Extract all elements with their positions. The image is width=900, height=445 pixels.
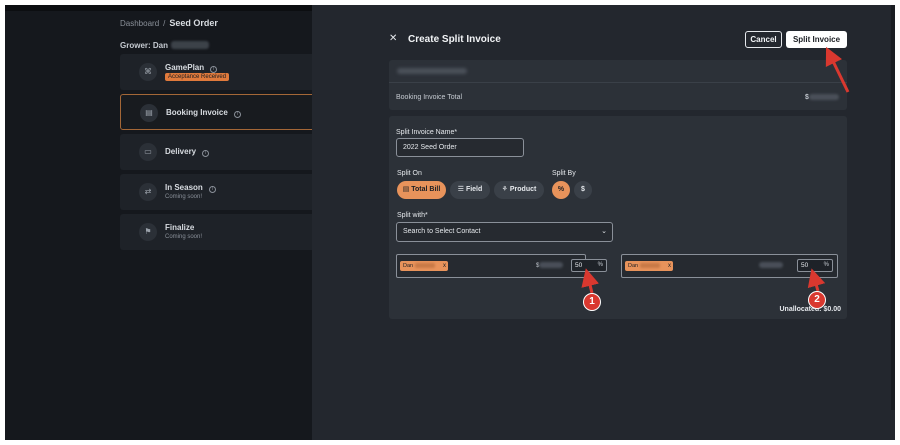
split-by-dollar[interactable]: $ — [574, 181, 592, 199]
remove-contact-icon[interactable]: x — [443, 261, 446, 271]
panel-title: Create Split Invoice — [408, 34, 501, 45]
cycle-icon: ⇄ — [139, 183, 157, 201]
split-amount: $ — [536, 262, 564, 269]
truck-icon: ▭ — [139, 143, 157, 161]
percent-input[interactable]: 50 % — [797, 259, 833, 272]
step-delivery[interactable]: ▭ Delivery i — [120, 134, 316, 170]
percent-unit: % — [597, 262, 603, 268]
redacted-amount — [539, 262, 564, 268]
annotation-marker-1: 1 — [583, 293, 601, 311]
split-on-label: Split On — [397, 170, 422, 177]
split-on-total-bill[interactable]: ▤ Total Bill — [397, 181, 446, 199]
step-booking-invoice[interactable]: ▤ Booking Invoice i — [120, 94, 316, 130]
split-on-field[interactable]: ☰ Field — [450, 181, 490, 199]
breadcrumb: Dashboard / Seed Order — [120, 18, 218, 28]
redacted-name — [640, 263, 661, 268]
step-booking-invoice-label: Booking Invoice i — [166, 108, 241, 118]
grower-label: Grower: Dan — [120, 41, 210, 50]
split-name-input[interactable]: 2022 Seed Order — [396, 138, 524, 157]
step-in-season[interactable]: ⇄ In Season i Coming soon! — [120, 174, 316, 210]
panel-scrollbar[interactable] — [891, 5, 895, 410]
invoice-id-row — [389, 60, 847, 83]
breadcrumb-dashboard-link[interactable]: Dashboard — [120, 19, 159, 28]
redacted-name — [415, 263, 436, 268]
step-finalize-label: Finalize — [165, 223, 195, 232]
split-amount — [759, 262, 783, 269]
gameplan-icon: ⌘ — [139, 63, 157, 81]
redacted-name — [171, 41, 210, 49]
step-in-season-label: In Season i — [165, 183, 216, 193]
cancel-button[interactable]: Cancel — [745, 31, 782, 48]
flag-icon: ⚑ — [139, 223, 157, 241]
step-gameplan[interactable]: ⌘ GamePlan i Acceptance Received — [120, 54, 316, 90]
workflow-steps: ⌘ GamePlan i Acceptance Received ▤ Bookin… — [120, 54, 316, 254]
invoice-icon: ▤ — [140, 104, 158, 122]
percent-value: 50 — [575, 262, 583, 269]
field-icon: ☰ — [457, 186, 466, 193]
info-icon[interactable]: i — [233, 111, 241, 118]
booking-total-amount: $ — [805, 94, 839, 101]
split-row-2: Dan x 50 % — [621, 254, 838, 278]
info-icon[interactable]: i — [202, 150, 210, 157]
info-icon[interactable]: i — [210, 66, 218, 73]
breadcrumb-separator: / — [163, 19, 166, 28]
split-row-1: Dan x $ 50 % — [396, 254, 607, 278]
document-icon: ▤ — [402, 186, 412, 193]
product-icon: ⚘ — [501, 186, 510, 193]
step-finalize[interactable]: ⚑ Finalize Coming soon! — [120, 214, 316, 250]
step-in-season-sub: Coming soon! — [165, 194, 203, 200]
step-finalize-sub: Coming soon! — [165, 234, 203, 240]
split-by-percent[interactable]: % — [552, 181, 570, 199]
split-invoice-button[interactable]: Split Invoice — [786, 31, 847, 48]
status-badge: Acceptance Received — [165, 73, 230, 81]
breadcrumb-current: Seed Order — [169, 18, 218, 28]
redacted-invoice-id — [397, 68, 467, 74]
unallocated-total: Unallocated: $0.00 — [779, 306, 842, 313]
booking-total-label: Booking Invoice Total — [396, 94, 463, 101]
split-by-label: Split By — [552, 170, 576, 177]
split-name-label: Split Invoice Name* — [396, 129, 458, 136]
step-delivery-label: Delivery i — [165, 147, 210, 157]
info-icon[interactable]: i — [208, 186, 216, 193]
split-with-label: Split with* — [397, 212, 428, 219]
grower-name: Grower: Dan — [120, 41, 169, 50]
percent-value: 50 — [801, 262, 809, 269]
remove-contact-icon[interactable]: x — [668, 261, 671, 271]
annotation-marker-2: 2 — [808, 291, 826, 309]
percent-unit: % — [823, 262, 829, 268]
split-on-product[interactable]: ⚘ Product — [494, 181, 544, 199]
booking-invoice-card — [389, 60, 847, 110]
chevron-down-icon: ⌄ — [601, 228, 607, 235]
redacted-amount — [808, 94, 839, 100]
contact-select[interactable]: Search to Select Contact ⌄ — [396, 222, 613, 242]
contact-select-placeholder: Search to Select Contact — [403, 228, 481, 235]
redacted-amount — [759, 262, 783, 268]
percent-input[interactable]: 50 % — [571, 259, 607, 272]
contact-chip: Dan x — [625, 261, 673, 271]
close-icon[interactable]: ✕ — [389, 34, 397, 44]
step-gameplan-label: GamePlan i — [165, 63, 218, 73]
split-form-card: Split Invoice Name* 2022 Seed Order Spli… — [389, 116, 847, 319]
contact-chip: Dan x — [400, 261, 448, 271]
